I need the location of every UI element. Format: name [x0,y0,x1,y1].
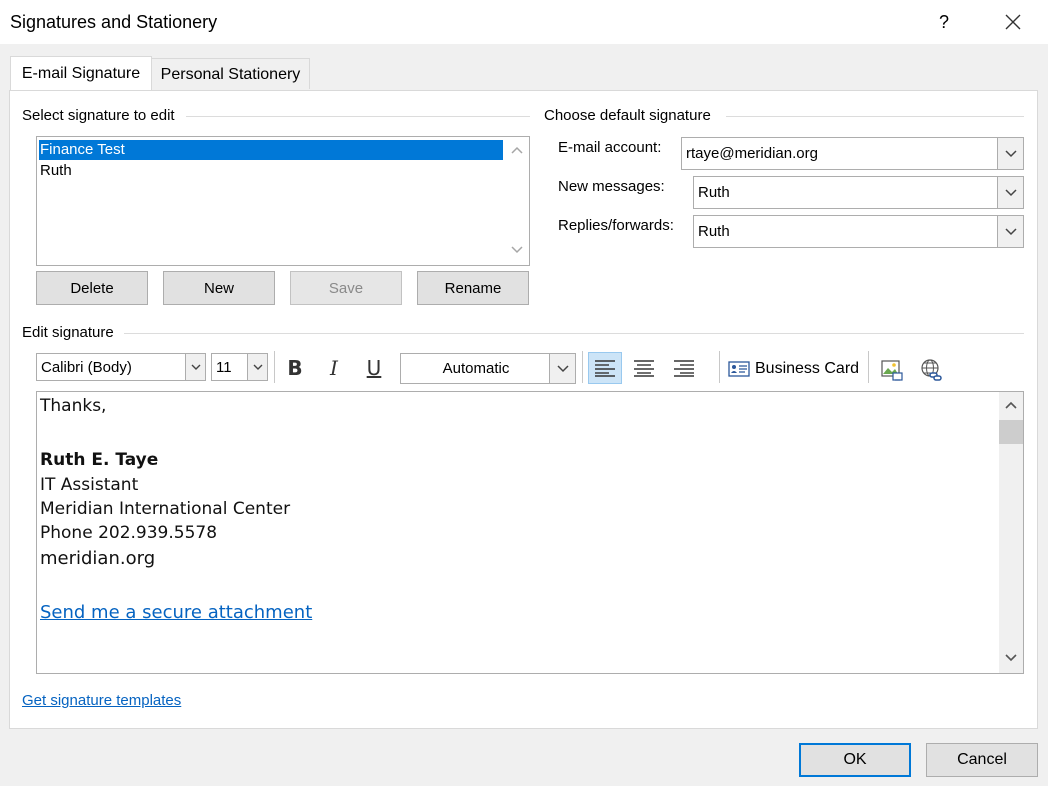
group-divider [726,116,1024,117]
ok-button[interactable]: OK [799,743,911,777]
underline-button[interactable]: U [357,352,391,384]
align-center-icon [634,360,654,377]
chevron-down-icon[interactable] [549,354,575,383]
font-value: Calibri (Body) [41,359,132,376]
email-account-select[interactable]: rtaye@meridian.org [681,137,1024,170]
replies-forwards-select[interactable]: Ruth [693,215,1024,248]
replies-forwards-label: Replies/forwards: [558,217,674,234]
bold-button[interactable]: B [278,352,312,384]
rename-button[interactable]: Rename [417,271,529,305]
business-card-icon [728,361,750,377]
tab-personal-stationery[interactable]: Personal Stationery [151,58,310,89]
toolbar-divider [868,351,869,383]
insert-hyperlink-button[interactable] [914,354,948,386]
select-signature-label: Select signature to edit [22,107,175,124]
list-scrollbar[interactable] [505,137,529,265]
signature-role: IT Assistant [40,475,139,495]
font-color-value: Automatic [442,360,510,377]
align-center-button[interactable] [627,352,661,384]
signature-list-item[interactable]: Finance Test [39,140,503,160]
help-button[interactable]: ? [930,8,958,36]
scroll-up-icon[interactable] [505,141,529,161]
replies-forwards-value: Ruth [698,223,730,240]
cancel-button[interactable]: Cancel [926,743,1038,777]
signature-list[interactable]: Finance Test Ruth [36,136,530,266]
italic-button[interactable]: I [317,352,351,384]
insert-picture-button[interactable] [875,354,909,386]
chevron-down-icon[interactable] [997,177,1023,208]
font-size-select[interactable]: 11 [211,353,268,381]
signature-templates-link[interactable]: Get signature templates [22,692,181,709]
new-messages-value: Ruth [698,184,730,201]
new-messages-label: New messages: [558,178,665,195]
signature-editor[interactable]: Thanks, Ruth E. Taye IT Assistant Meridi… [36,391,1024,674]
toolbar-divider [582,351,583,383]
align-right-button[interactable] [667,352,701,384]
close-icon [1005,14,1021,30]
picture-icon [881,360,903,381]
scroll-up-icon[interactable] [999,396,1023,416]
email-account-label: E-mail account: [558,139,662,156]
chevron-down-icon[interactable] [997,138,1023,169]
secure-attachment-link[interactable]: Send me a secure attachment [40,602,312,623]
group-divider [124,333,1024,334]
chevron-down-icon[interactable] [185,354,205,380]
editor-scrollbar[interactable] [999,392,1023,673]
new-button[interactable]: New [163,271,275,305]
edit-signature-label: Edit signature [22,324,114,341]
window-title: Signatures and Stationery [10,12,218,32]
toolbar-divider [719,351,720,383]
chevron-down-icon[interactable] [997,216,1023,247]
default-signature-label: Choose default signature [544,107,711,124]
delete-button[interactable]: Delete [36,271,148,305]
chevron-down-icon[interactable] [247,354,267,380]
signature-list-item[interactable]: Ruth [39,161,503,181]
signature-name: Ruth E. Taye [40,450,159,470]
scroll-thumb[interactable] [999,420,1023,444]
new-messages-select[interactable]: Ruth [693,176,1024,209]
toolbar-divider [274,351,275,383]
signature-org: Meridian International Center [40,499,291,519]
business-card-label: Business Card [755,360,860,377]
scroll-down-icon[interactable] [505,241,529,261]
align-left-icon [595,360,615,377]
close-button[interactable] [998,8,1028,36]
font-select[interactable]: Calibri (Body) [36,353,206,381]
editor-line: Thanks, [40,396,107,416]
save-button[interactable]: Save [290,271,402,305]
signature-site: meridian.org [40,548,156,569]
hyperlink-icon [921,359,942,381]
align-left-button[interactable] [588,352,622,384]
group-divider [186,116,530,117]
align-right-icon [674,360,694,377]
font-size-value: 11 [216,359,232,376]
email-account-value: rtaye@meridian.org [686,145,818,162]
tab-email-signature[interactable]: E-mail Signature [10,56,152,92]
font-color-select[interactable]: Automatic [400,353,576,384]
scroll-down-icon[interactable] [999,649,1023,669]
signature-phone: Phone 202.939.5578 [40,523,218,543]
business-card-button[interactable]: Business Card [728,354,859,384]
